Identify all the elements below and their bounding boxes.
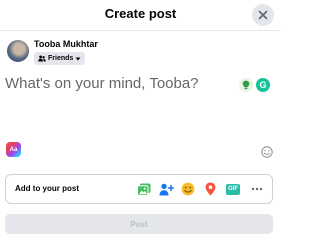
post-composer-input[interactable]: What's on your mind, Tooba?	[5, 75, 199, 92]
audience-selector[interactable]: Friends	[34, 52, 86, 65]
dialog-title: Create post	[104, 6, 177, 21]
background-picker-button[interactable]: Aa	[6, 142, 21, 157]
tag-people-icon	[158, 183, 174, 195]
background-picker-label: Aa	[9, 146, 18, 153]
gif-button[interactable]: GIF	[225, 181, 241, 197]
check-in-button[interactable]	[202, 181, 218, 197]
add-to-post-label: Add to your post	[15, 184, 79, 193]
grammarly-button[interactable]: G	[256, 78, 270, 92]
feeling-activity-icon	[181, 182, 195, 196]
check-in-icon	[205, 182, 215, 196]
emoji-picker-icon	[242, 80, 250, 90]
header-divider	[0, 30, 281, 31]
photo-video-icon	[137, 183, 151, 196]
user-name: Tooba Mukhtar	[34, 39, 98, 49]
dialog-header: Create post	[0, 0, 281, 30]
photo-video-button[interactable]	[136, 181, 152, 197]
close-button[interactable]	[252, 4, 274, 26]
post-button-label: Post	[130, 219, 148, 229]
emoji-button[interactable]	[261, 146, 273, 158]
add-to-post-bar: Add to your post GIF	[5, 174, 273, 204]
audience-label: Friends	[48, 55, 74, 62]
gif-label: GIF	[228, 186, 238, 192]
more-options-button[interactable]	[249, 181, 265, 197]
tag-people-button[interactable]	[158, 181, 174, 197]
grammarly-icon: G	[259, 80, 267, 90]
caret-down-icon	[75, 57, 81, 60]
avatar[interactable]	[7, 40, 29, 62]
gif-icon: GIF	[226, 183, 240, 195]
more-icon	[251, 187, 263, 191]
emoji-picker-button[interactable]	[239, 78, 253, 92]
friends-icon	[38, 55, 46, 62]
close-icon	[258, 10, 268, 20]
smiley-icon	[261, 146, 273, 158]
feeling-activity-button[interactable]	[180, 181, 196, 197]
post-button[interactable]: Post	[5, 214, 273, 234]
